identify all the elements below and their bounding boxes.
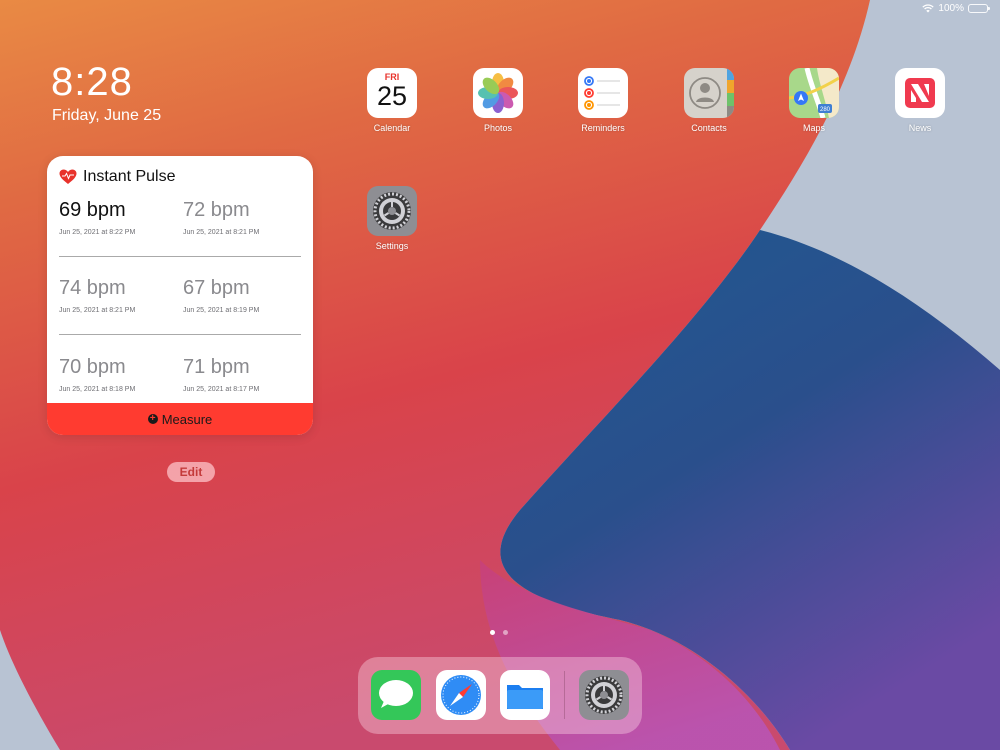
reading-time: Jun 25, 2021 at 8:21 PM bbox=[183, 229, 260, 236]
reminders-icon bbox=[578, 68, 628, 118]
reading-time: Jun 25, 2021 at 8:22 PM bbox=[59, 229, 136, 236]
reading-bpm: 74 bpm bbox=[59, 277, 126, 299]
safari-icon[interactable] bbox=[436, 670, 486, 720]
calendar-date: 25 bbox=[376, 81, 408, 111]
app-label: Contacts bbox=[691, 123, 727, 133]
reading-item: 70 bpm Jun 25, 2021 at 8:18 PM bbox=[59, 355, 135, 393]
app-calendar[interactable]: FRI 25 Calendar bbox=[357, 68, 427, 133]
reading-bpm: 69 bpm bbox=[59, 199, 126, 221]
app-label: Maps bbox=[802, 123, 825, 133]
app-label: Calendar bbox=[373, 123, 411, 133]
divider bbox=[59, 256, 301, 257]
page-indicator[interactable] bbox=[490, 630, 508, 635]
measure-label: Measure bbox=[161, 411, 213, 427]
app-settings[interactable]: Settings bbox=[357, 186, 427, 251]
clock-date: Friday, June 25 bbox=[52, 107, 162, 124]
plus-circle-icon: + bbox=[147, 414, 158, 424]
reading-item: 69 bpm Jun 25, 2021 at 8:22 PM bbox=[59, 198, 135, 236]
app-label: News bbox=[908, 123, 932, 133]
heart-icon bbox=[59, 169, 77, 185]
reading-item: 71 bpm Jun 25, 2021 at 8:17 PM bbox=[183, 355, 259, 393]
messages-icon[interactable] bbox=[371, 670, 421, 720]
app-maps[interactable]: 280 Maps bbox=[779, 68, 849, 133]
reading-bpm: 67 bpm bbox=[183, 277, 250, 299]
contacts-icon bbox=[684, 68, 734, 118]
dock bbox=[358, 657, 642, 734]
app-photos[interactable]: Photos bbox=[463, 68, 533, 133]
clock-time: 8:28 bbox=[51, 60, 133, 104]
widget-title: Instant Pulse bbox=[83, 168, 176, 185]
maps-icon: 280 bbox=[789, 68, 839, 118]
home-screen: 100% 8:28 Friday, June 25 Instant Pulse … bbox=[0, 0, 1000, 750]
reading-bpm: 72 bpm bbox=[183, 199, 250, 221]
instant-pulse-widget[interactable]: Instant Pulse 69 bpm Jun 25, 2021 at 8:2… bbox=[47, 156, 313, 435]
divider bbox=[59, 334, 301, 335]
maps-route-shield: 280 bbox=[820, 107, 831, 113]
settings-icon[interactable] bbox=[579, 670, 629, 720]
reading-time: Jun 25, 2021 at 8:17 PM bbox=[183, 386, 260, 393]
app-label: Photos bbox=[483, 123, 513, 133]
dock-divider bbox=[564, 671, 565, 719]
reading-time: Jun 25, 2021 at 8:21 PM bbox=[59, 307, 136, 314]
measure-button[interactable]: + Measure bbox=[47, 403, 313, 435]
app-contacts[interactable]: Contacts bbox=[674, 68, 744, 133]
status-bar: 100% bbox=[922, 3, 990, 14]
reading-item: 67 bpm Jun 25, 2021 at 8:19 PM bbox=[183, 276, 259, 314]
files-icon[interactable] bbox=[500, 670, 550, 720]
widget-header: Instant Pulse bbox=[59, 168, 176, 186]
reading-bpm: 70 bpm bbox=[59, 356, 126, 378]
edit-button[interactable]: Edit bbox=[167, 462, 215, 482]
reading-time: Jun 25, 2021 at 8:18 PM bbox=[59, 386, 136, 393]
reading-bpm: 71 bpm bbox=[183, 356, 250, 378]
reading-item: 74 bpm Jun 25, 2021 at 8:21 PM bbox=[59, 276, 135, 314]
news-icon bbox=[895, 68, 945, 118]
app-label: Settings bbox=[375, 241, 409, 251]
app-label: Reminders bbox=[581, 123, 625, 133]
battery-percent: 100% bbox=[938, 3, 964, 14]
app-reminders[interactable]: Reminders bbox=[568, 68, 638, 133]
page-dot[interactable] bbox=[503, 630, 508, 635]
settings-icon bbox=[367, 186, 417, 236]
page-dot[interactable] bbox=[490, 630, 495, 635]
calendar-icon: FRI 25 bbox=[367, 68, 417, 118]
reading-item: 72 bpm Jun 25, 2021 at 8:21 PM bbox=[183, 198, 259, 236]
app-news[interactable]: News bbox=[885, 68, 955, 133]
photos-icon bbox=[473, 68, 523, 118]
wifi-icon bbox=[922, 4, 935, 13]
battery-icon bbox=[968, 4, 990, 13]
reading-time: Jun 25, 2021 at 8:19 PM bbox=[183, 307, 260, 314]
